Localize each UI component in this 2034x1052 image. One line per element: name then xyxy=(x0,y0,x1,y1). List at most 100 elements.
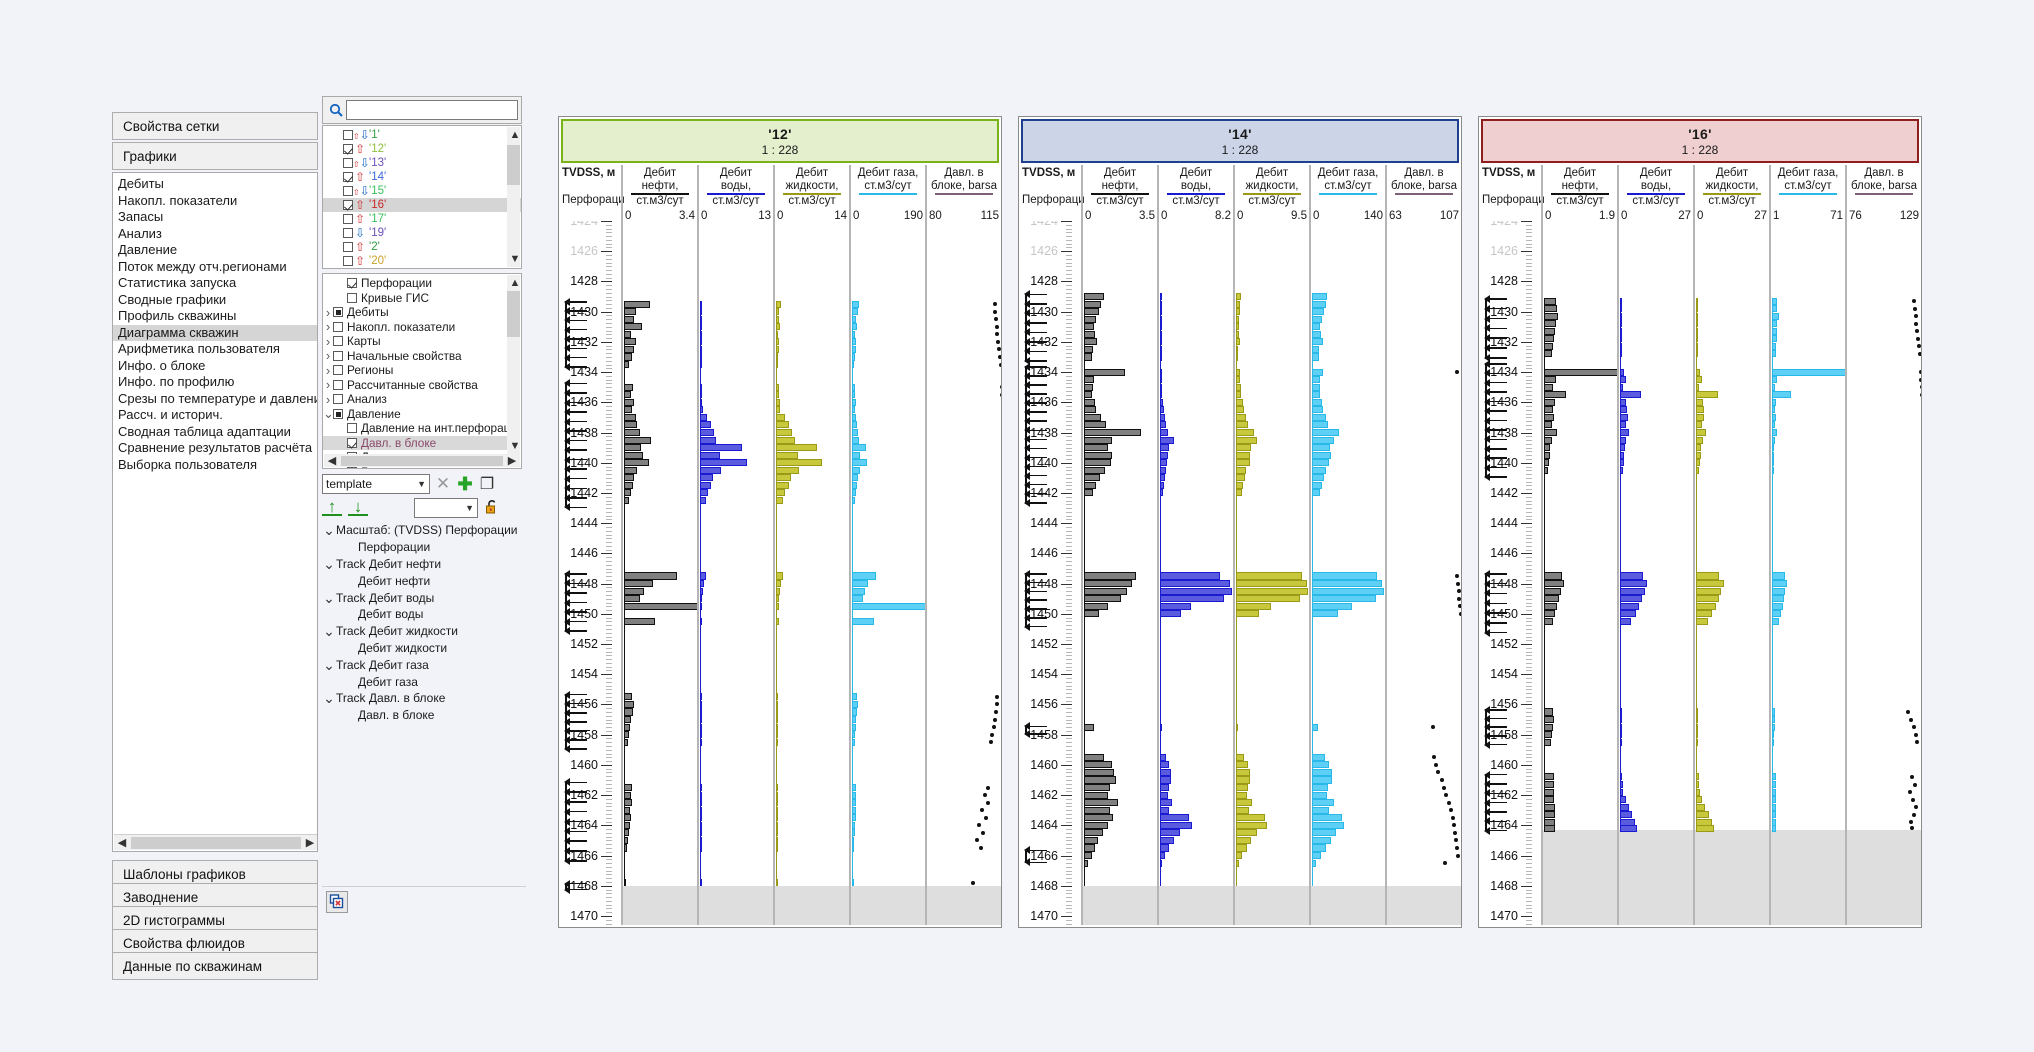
search-input[interactable] xyxy=(346,100,518,120)
track-body-water[interactable] xyxy=(1617,221,1693,925)
well-list[interactable]: ⇧⇩ '1' ⇧ '12' ⇧⇩ '13' ⇧ '14' ⇧⇩ '15' ⇧ '16' ⇧ '17' ⇩ '1… xyxy=(322,125,522,269)
well-checkbox[interactable] xyxy=(343,172,353,182)
chevron-right-icon[interactable]: › xyxy=(323,334,333,349)
track-header-water[interactable]: Дебит воды, ст.м3/сут 0 27 xyxy=(1617,165,1693,223)
property-tree-item[interactable]: › Регионы xyxy=(323,363,508,378)
category-list-hscrollbar[interactable]: ◀ ▶ xyxy=(114,834,317,851)
track-body-liquid[interactable] xyxy=(1233,221,1309,925)
track-body-liquid[interactable] xyxy=(773,221,849,925)
track-body-water[interactable] xyxy=(697,221,773,925)
chevron-down-icon[interactable]: ⌄ xyxy=(323,407,334,420)
track-body-oil[interactable] xyxy=(1081,221,1157,925)
well-checkbox[interactable] xyxy=(343,228,353,238)
category-item[interactable]: Статистика запуска xyxy=(113,275,317,292)
track-header-pressure[interactable]: Давл. в блоке, barsa 76 129 xyxy=(1845,165,1921,223)
track-tree-item[interactable]: Дебит жидкости xyxy=(322,640,522,657)
track-body-pressure[interactable] xyxy=(925,221,1001,925)
category-item[interactable]: Сводные графики xyxy=(113,292,317,309)
scroll-left-icon[interactable]: ◀ xyxy=(324,453,340,469)
track-body-oil[interactable] xyxy=(1541,221,1617,925)
search-icon[interactable] xyxy=(326,103,346,117)
move-down-button[interactable]: ↓ xyxy=(348,498,368,516)
well-list-item[interactable]: ⇧⇩ '1' xyxy=(323,128,521,142)
well-list-item[interactable]: ⇧ '20' xyxy=(323,254,521,268)
scroll-right-icon[interactable]: ▶ xyxy=(302,835,317,851)
well-checkbox[interactable] xyxy=(343,158,353,168)
track-body-oil[interactable] xyxy=(621,221,697,925)
chevron-down-icon[interactable]: ⌄ xyxy=(322,658,336,672)
chevron-right-icon[interactable]: › xyxy=(323,377,333,392)
category-item[interactable]: Инфо. о блоке xyxy=(113,358,317,375)
property-tree-item[interactable]: › Анализ xyxy=(323,392,508,407)
category-item[interactable]: Давление xyxy=(113,242,317,259)
well-checkbox[interactable] xyxy=(343,186,353,196)
property-checkbox[interactable] xyxy=(347,437,357,448)
chevron-down-icon[interactable]: ⌄ xyxy=(322,591,336,605)
property-tree-item[interactable]: Давл. в блоке xyxy=(323,435,508,450)
property-checkbox[interactable] xyxy=(333,394,343,405)
well-list-item[interactable]: ⇧ '16' xyxy=(323,198,521,212)
track-tree-item[interactable]: Дебит газа xyxy=(322,673,522,690)
track-header-oil[interactable]: Дебит нефти, ст.м3/сут 0 3.5 xyxy=(1081,165,1157,223)
grid-properties-button[interactable]: Свойства сетки xyxy=(112,112,318,140)
track-header-gas[interactable]: Дебит газа, ст.м3/сут 0 140 xyxy=(1309,165,1385,223)
track-header-liquid[interactable]: Дебит жидкости, ст.м3/сут 0 14 xyxy=(773,165,849,223)
well-list-item[interactable]: ⇧⇩'21' xyxy=(323,268,521,269)
track-body-water[interactable] xyxy=(1157,221,1233,925)
delete-template-button[interactable]: ✕ xyxy=(434,474,452,494)
scroll-thumb[interactable] xyxy=(341,455,503,466)
well-checkbox[interactable] xyxy=(343,200,353,210)
well-list-item[interactable]: ⇧ '14' xyxy=(323,170,521,184)
well-list-item[interactable]: ⇧⇩ '15' xyxy=(323,184,521,198)
move-up-button[interactable]: ↑ xyxy=(322,498,342,516)
panel-button[interactable]: Данные по скважинам xyxy=(112,952,318,980)
track-header-pressure[interactable]: Давл. в блоке, barsa 80 115 xyxy=(925,165,1001,223)
chevron-right-icon[interactable]: › xyxy=(323,319,333,334)
property-checkbox[interactable] xyxy=(333,350,343,361)
well-list-item[interactable]: ⇧ '12' xyxy=(323,142,521,156)
track-header-oil[interactable]: Дебит нефти, ст.м3/сут 0 3.4 xyxy=(621,165,697,223)
well-list-item[interactable]: ⇧ '17' xyxy=(323,212,521,226)
scroll-left-icon[interactable]: ◀ xyxy=(114,835,130,851)
well-list-item[interactable]: ⇩ '19' xyxy=(323,226,521,240)
category-item[interactable]: Выборка пользователя xyxy=(113,457,317,474)
property-tree-item[interactable]: › Накопл. показатели xyxy=(323,319,508,334)
category-item[interactable]: Инфо. по профилю xyxy=(113,374,317,391)
property-tree-item[interactable]: Перфорации xyxy=(323,276,508,291)
track-body-liquid[interactable] xyxy=(1693,221,1769,925)
track-header-oil[interactable]: Дебит нефти, ст.м3/сут 0 1.9 xyxy=(1541,165,1617,223)
track-tree-item[interactable]: ⌄ Track Дебит нефти xyxy=(322,556,522,573)
property-tree-item[interactable]: › Карты xyxy=(323,334,508,349)
track-body-gas[interactable] xyxy=(1309,221,1385,925)
property-checkbox[interactable] xyxy=(333,365,343,376)
track-tree-item[interactable]: ⌄ Track Давл. в блоке xyxy=(322,690,522,707)
property-checkbox[interactable] xyxy=(347,423,357,434)
track-tree-item[interactable]: ⌄ Track Дебит жидкости xyxy=(322,623,522,640)
clear-all-button[interactable]: ✖ xyxy=(326,891,348,913)
property-checkbox[interactable] xyxy=(347,292,357,303)
track-tree-item[interactable]: ⌄ Track Дебит воды xyxy=(322,589,522,606)
category-item[interactable]: Поток между отч.регионами xyxy=(113,259,317,276)
category-item[interactable]: Арифметика пользователя xyxy=(113,341,317,358)
graphs-button[interactable]: Графики xyxy=(112,142,318,170)
track-header-water[interactable]: Дебит воды, ст.м3/сут 0 8.2 xyxy=(1157,165,1233,223)
well-list-item[interactable]: ⇧ '2' xyxy=(323,240,521,254)
property-checkbox[interactable] xyxy=(333,321,343,332)
category-item[interactable]: Сравнение результатов расчёта xyxy=(113,440,317,457)
scroll-thumb[interactable] xyxy=(507,145,520,185)
chevron-down-icon[interactable]: ⌄ xyxy=(322,691,336,705)
track-tree-item[interactable]: ⌄ Track Дебит газа xyxy=(322,656,522,673)
property-tree-vscrollbar[interactable]: ▲ ▼ xyxy=(507,275,520,454)
scroll-right-icon[interactable]: ▶ xyxy=(504,453,520,469)
track-tree-item[interactable]: Давл. в блоке xyxy=(322,707,522,724)
track-body-pressure[interactable] xyxy=(1385,221,1461,925)
well-checkbox[interactable] xyxy=(343,242,353,252)
track-tree-item[interactable]: Дебит нефти xyxy=(322,572,522,589)
scroll-thumb[interactable] xyxy=(131,836,301,849)
well-diagram[interactable]: '16' 1 : 228 TVDSS, м Перфораци Дебит нефти, с… xyxy=(1478,116,1922,928)
property-checkbox[interactable] xyxy=(333,336,343,347)
track-header-water[interactable]: Дебит воды, ст.м3/сут 0 13 xyxy=(697,165,773,223)
well-list-vscrollbar[interactable]: ▲ ▼ xyxy=(507,127,520,267)
well-checkbox[interactable] xyxy=(343,214,353,224)
scroll-thumb[interactable] xyxy=(507,291,520,337)
